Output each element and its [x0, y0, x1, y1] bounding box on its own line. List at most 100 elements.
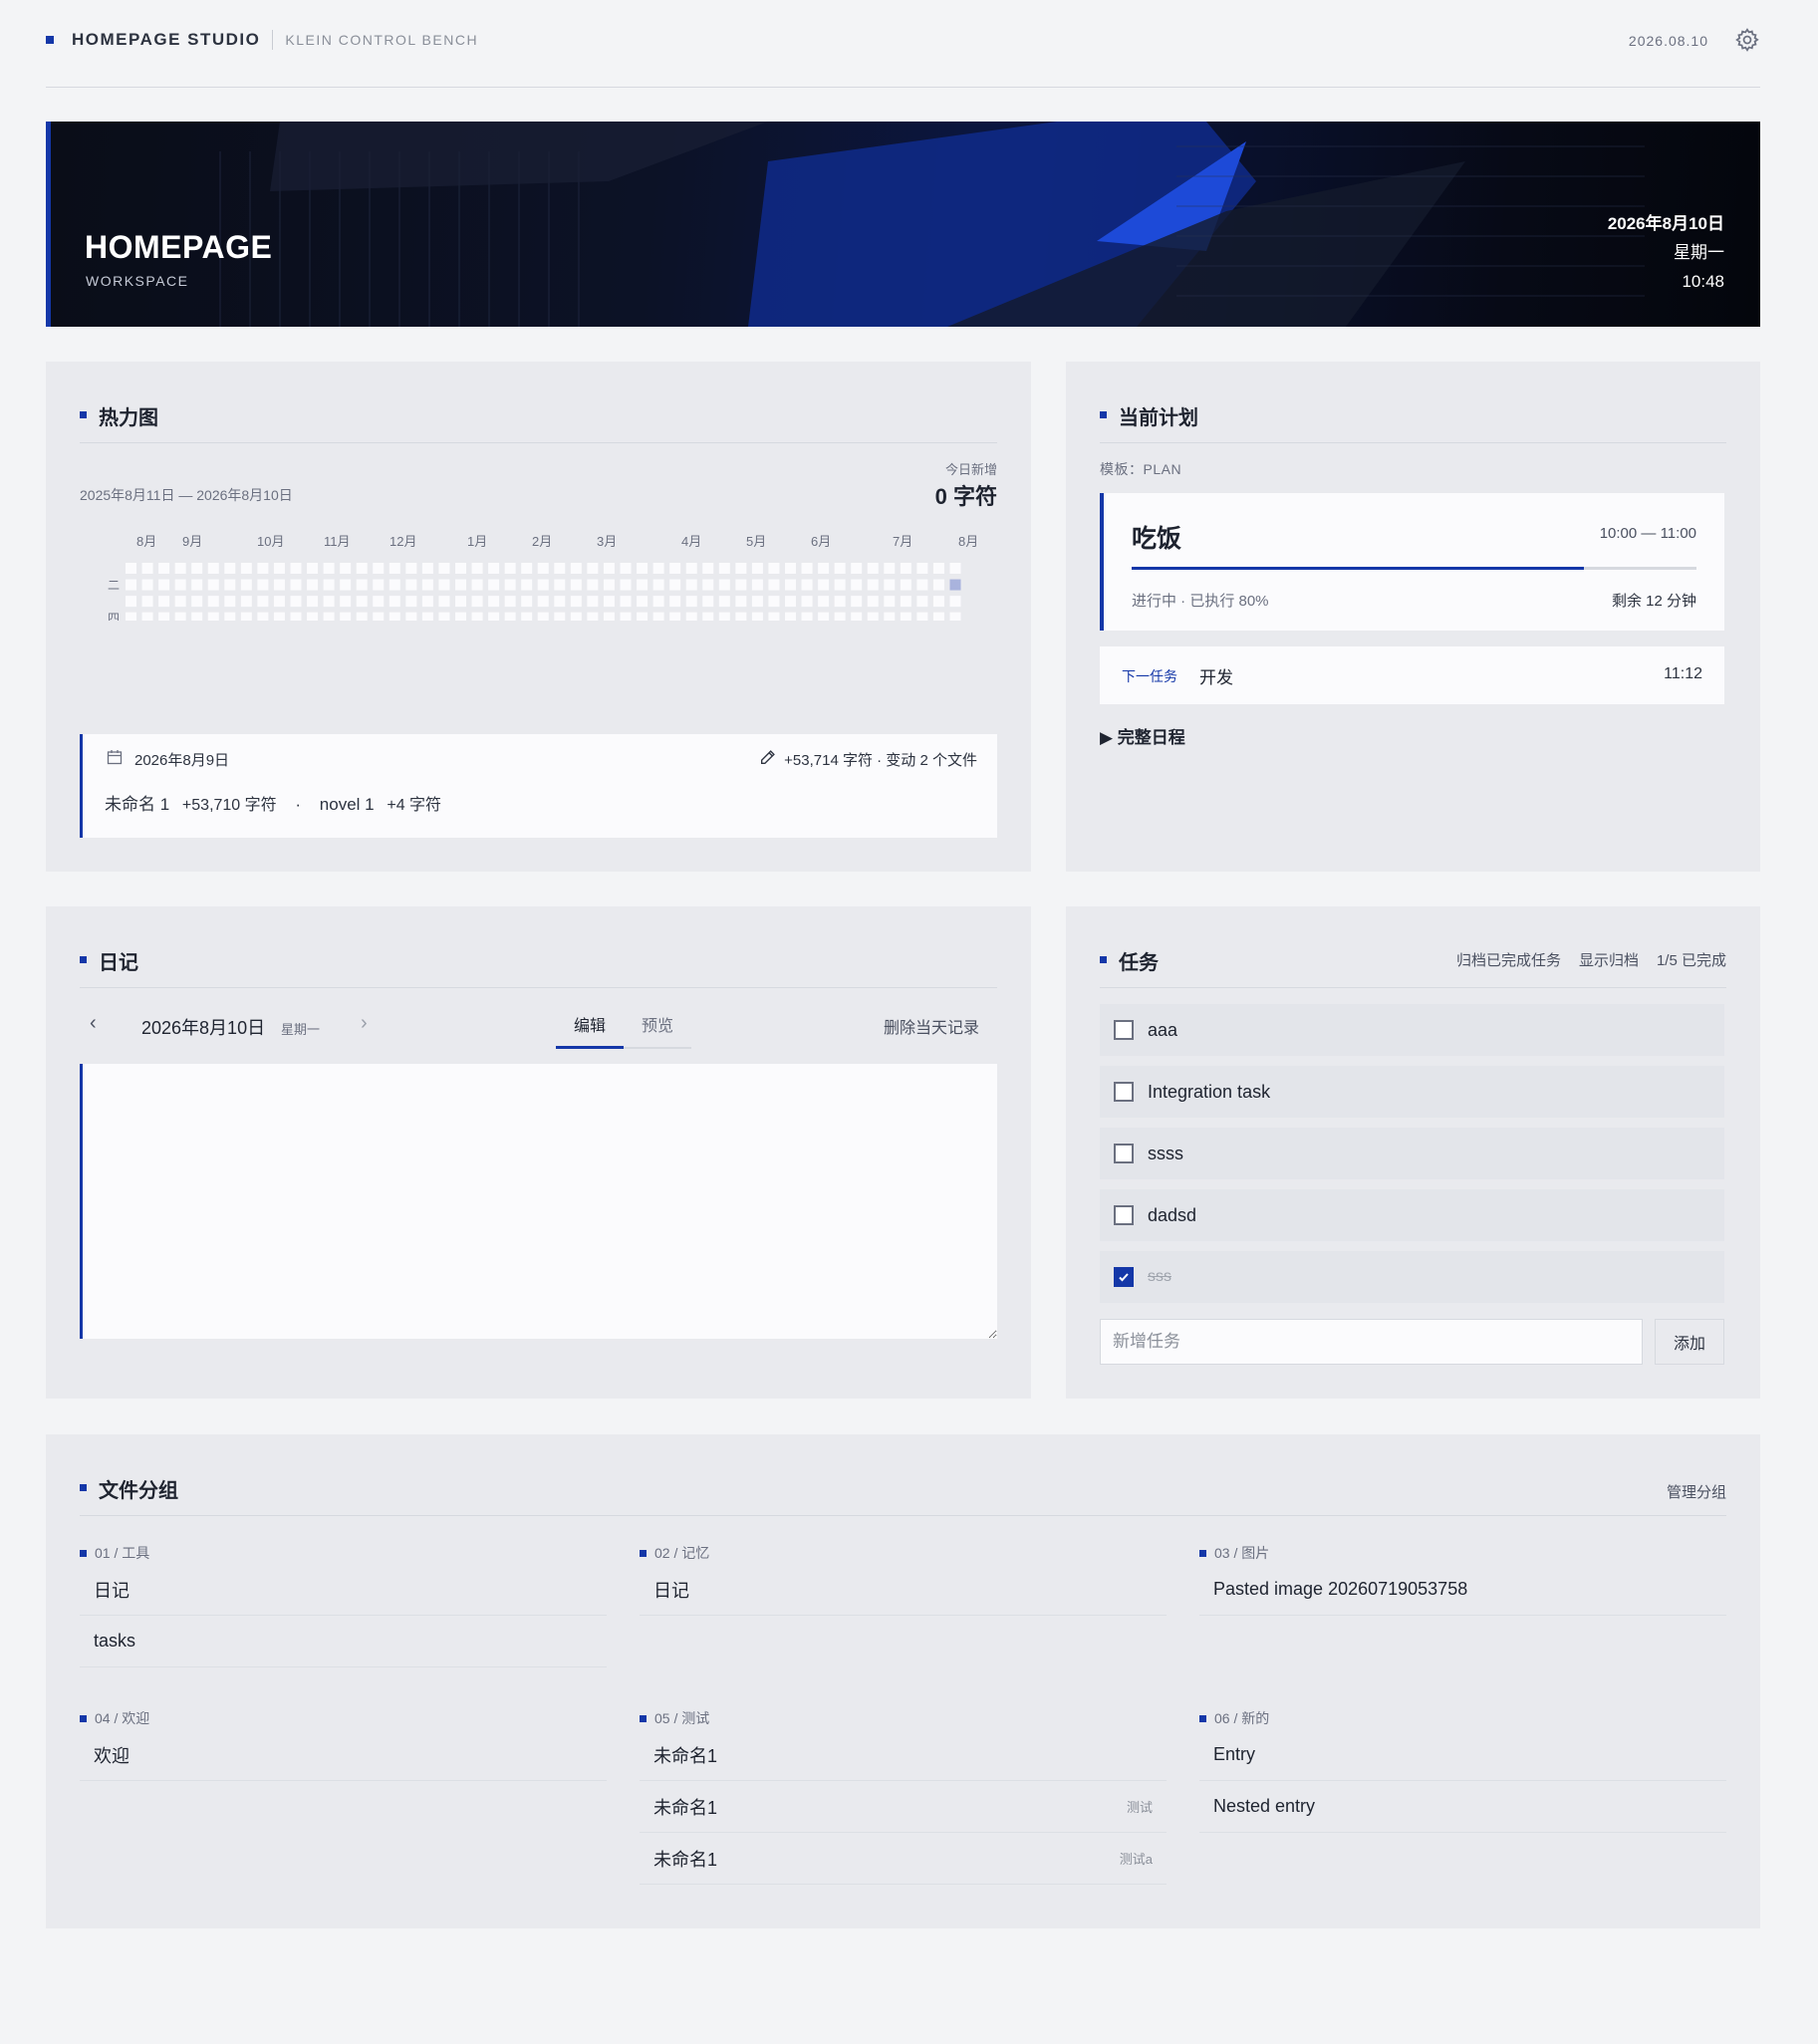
task-item[interactable]: aaa: [1100, 1004, 1724, 1056]
heatmap-cell[interactable]: [867, 579, 879, 591]
heatmap-cell[interactable]: [652, 563, 664, 574]
heatmap-cell[interactable]: [785, 563, 796, 574]
heatmap-cell[interactable]: [718, 596, 730, 608]
heatmap-cell[interactable]: [669, 596, 681, 608]
heatmap-cell[interactable]: [207, 563, 219, 574]
heatmap-cell[interactable]: [323, 612, 335, 621]
heatmap-cell[interactable]: [637, 612, 649, 621]
heatmap-cell[interactable]: [603, 612, 615, 621]
heatmap-cell[interactable]: [174, 563, 186, 574]
heatmap-cell[interactable]: [521, 596, 533, 608]
heatmap-cell[interactable]: [389, 579, 400, 591]
heatmap-cell[interactable]: [240, 612, 252, 621]
heatmap-cell[interactable]: [735, 612, 747, 621]
heatmap-cell[interactable]: [587, 563, 599, 574]
heatmap-cell[interactable]: [620, 596, 632, 608]
heatmap-cell[interactable]: [307, 612, 319, 621]
heatmap-cell[interactable]: [290, 563, 302, 574]
heatmap-cell[interactable]: [785, 596, 796, 608]
heatmap-cell[interactable]: [290, 612, 302, 621]
heatmap-cell[interactable]: [834, 563, 846, 574]
chevron-right-icon[interactable]: ›: [361, 1012, 368, 1035]
heatmap-cell[interactable]: [224, 563, 236, 574]
heatmap-cell[interactable]: [471, 612, 483, 621]
heatmap-cell[interactable]: [587, 596, 599, 608]
heatmap-cell[interactable]: [851, 579, 863, 591]
heatmap-cell[interactable]: [207, 612, 219, 621]
heatmap-cell[interactable]: [141, 596, 153, 608]
heatmap-cell[interactable]: [949, 612, 961, 621]
heatmap-cell[interactable]: [785, 612, 796, 621]
heatmap-cell[interactable]: [818, 612, 830, 621]
heatmap-cell[interactable]: [471, 596, 483, 608]
heatmap-cell[interactable]: [257, 579, 269, 591]
heatmap-cell[interactable]: [637, 563, 649, 574]
heatmap-cell[interactable]: [785, 579, 796, 591]
heatmap-cell[interactable]: [356, 579, 368, 591]
heatmap-cell[interactable]: [323, 563, 335, 574]
heatmap-cell[interactable]: [537, 563, 549, 574]
heatmap-cell[interactable]: [932, 596, 944, 608]
show-archive-button[interactable]: 显示归档: [1579, 949, 1639, 970]
heatmap-cell[interactable]: [669, 612, 681, 621]
full-schedule-toggle[interactable]: ▶ 完整日程: [1100, 723, 1185, 748]
heatmap-cell[interactable]: [141, 563, 153, 574]
heatmap-cell[interactable]: [405, 579, 417, 591]
diary-editor[interactable]: [80, 1064, 997, 1339]
heatmap-cell[interactable]: [570, 563, 582, 574]
heatmap-cell[interactable]: [174, 612, 186, 621]
heatmap-cell[interactable]: [818, 579, 830, 591]
heatmap-cell[interactable]: [521, 563, 533, 574]
heatmap-cell[interactable]: [405, 563, 417, 574]
heatmap-cell[interactable]: [851, 563, 863, 574]
heatmap-cell[interactable]: [504, 596, 516, 608]
heatmap-cell[interactable]: [307, 563, 319, 574]
heatmap-cell[interactable]: [587, 612, 599, 621]
heatmap-cell[interactable]: [735, 596, 747, 608]
heatmap-cell[interactable]: [421, 563, 433, 574]
heatmap-cell[interactable]: [702, 579, 714, 591]
file-item[interactable]: Entry: [1199, 1729, 1726, 1781]
file-item[interactable]: tasks: [80, 1616, 607, 1667]
heatmap-cell[interactable]: [867, 612, 879, 621]
heatmap-cell[interactable]: [801, 612, 813, 621]
heatmap-cell[interactable]: [537, 596, 549, 608]
heatmap-cell[interactable]: [340, 563, 352, 574]
file-item[interactable]: 未命名1 测试: [640, 1781, 1167, 1833]
heatmap-cell[interactable]: [373, 579, 385, 591]
heatmap-cell[interactable]: [438, 579, 450, 591]
heatmap-cell[interactable]: [191, 596, 203, 608]
heatmap-cell[interactable]: [570, 579, 582, 591]
heatmap-cell[interactable]: [801, 596, 813, 608]
heatmap-cell[interactable]: [537, 579, 549, 591]
heatmap-cell[interactable]: [438, 612, 450, 621]
heatmap-cell[interactable]: [834, 596, 846, 608]
heatmap-cell[interactable]: [224, 579, 236, 591]
heatmap-cell[interactable]: [504, 612, 516, 621]
heatmap-cell[interactable]: [570, 596, 582, 608]
heatmap-cell[interactable]: [751, 579, 763, 591]
heatmap-cell[interactable]: [751, 612, 763, 621]
file-item[interactable]: Pasted image 20260719053758: [1199, 1564, 1726, 1616]
heatmap-cell[interactable]: [207, 596, 219, 608]
heatmap-cell[interactable]: [126, 612, 136, 621]
heatmap-cell[interactable]: [224, 612, 236, 621]
heatmap-cell[interactable]: [191, 563, 203, 574]
heatmap-cell[interactable]: [768, 596, 780, 608]
heatmap-cell[interactable]: [421, 579, 433, 591]
task-item[interactable]: Integration task: [1100, 1066, 1724, 1118]
heatmap-cell[interactable]: [488, 612, 500, 621]
heatmap-cell[interactable]: [718, 579, 730, 591]
heatmap-cell[interactable]: [554, 612, 566, 621]
heatmap-cell[interactable]: [916, 579, 928, 591]
heatmap-cell[interactable]: [158, 579, 170, 591]
heatmap-cell[interactable]: [554, 579, 566, 591]
delete-day-button[interactable]: 删除当天记录: [884, 1014, 979, 1038]
heatmap-cell[interactable]: [257, 596, 269, 608]
heatmap-cell[interactable]: [801, 563, 813, 574]
heatmap-cell[interactable]: [191, 579, 203, 591]
heatmap-cell[interactable]: [637, 579, 649, 591]
heatmap-cell[interactable]: [307, 596, 319, 608]
heatmap-cell[interactable]: [554, 563, 566, 574]
heatmap-cell[interactable]: [340, 612, 352, 621]
